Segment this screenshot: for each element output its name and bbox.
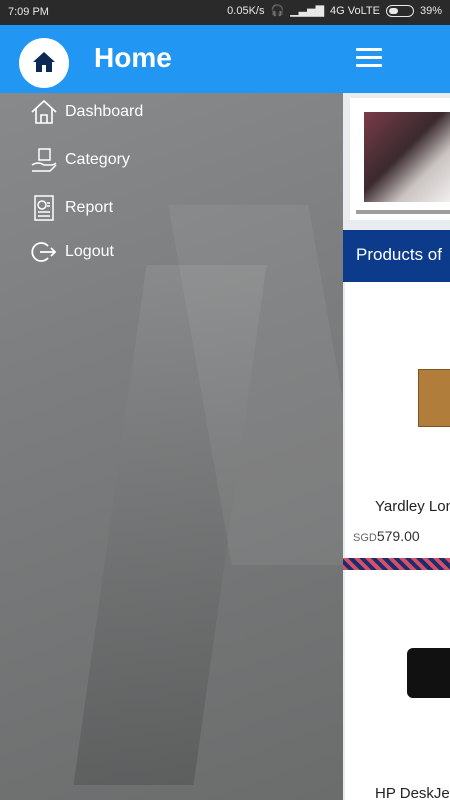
menu-label: Logout xyxy=(65,243,114,260)
product-price: SGD579.00 xyxy=(353,528,420,544)
category-icon xyxy=(31,148,57,172)
product-image xyxy=(407,648,450,698)
price-currency: SGD xyxy=(353,532,377,544)
carousel-indicator xyxy=(356,210,450,214)
menu-icon[interactable] xyxy=(356,48,382,68)
battery-icon xyxy=(385,4,414,17)
product-name: Yardley Lon xyxy=(375,498,450,515)
report-icon xyxy=(34,195,54,221)
headphones-icon: 🎧 xyxy=(270,5,285,17)
product-card[interactable]: Yardley Lon SGD579.00 xyxy=(345,282,450,558)
product-name: HP DeskJe xyxy=(375,785,450,800)
section-title: Products of xyxy=(356,245,442,264)
status-time: 7:09 PM xyxy=(8,6,49,18)
drawer-header: Home xyxy=(0,25,343,93)
main-screen: Products of Yardley Lon SGD579.00 HP Des… xyxy=(343,25,450,800)
product-image xyxy=(418,369,450,427)
banner-image xyxy=(364,112,450,202)
menu-item-report[interactable]: Report xyxy=(30,194,113,222)
menu-item-dashboard[interactable]: Dashboard xyxy=(30,98,143,126)
products-section-header: Products of xyxy=(343,230,450,282)
decorative-strip xyxy=(343,558,450,570)
avatar xyxy=(19,38,69,88)
battery-percent: 39% xyxy=(419,4,442,17)
network-speed: 0.05K/s xyxy=(227,4,265,17)
navigation-drawer: Home Dashboard Category Report Logout xyxy=(0,25,343,800)
home-icon xyxy=(31,99,57,124)
logout-icon xyxy=(31,242,57,262)
product-card[interactable]: HP DeskJe xyxy=(345,570,450,800)
menu-label: Dashboard xyxy=(65,103,144,120)
menu-label: Category xyxy=(65,151,130,168)
network-label: 4G VoLTE xyxy=(330,4,380,17)
menu-label: Report xyxy=(65,199,114,216)
drawer-title: Home xyxy=(94,42,172,73)
status-right: 0.05K/s 🎧 ▁▃▅▇ 4G VoLTE 39% xyxy=(227,4,442,17)
status-bar: 7:09 PM 0.05K/s 🎧 ▁▃▅▇ 4G VoLTE 39% xyxy=(0,0,450,25)
menu-item-category[interactable]: Category xyxy=(30,146,130,174)
home-icon xyxy=(33,52,55,72)
price-value: 579.00 xyxy=(376,528,420,544)
app-bar xyxy=(343,25,450,93)
banner-carousel[interactable] xyxy=(350,98,450,220)
signal-icon: ▁▃▅▇ xyxy=(290,5,325,17)
menu-item-logout[interactable]: Logout xyxy=(30,238,114,266)
